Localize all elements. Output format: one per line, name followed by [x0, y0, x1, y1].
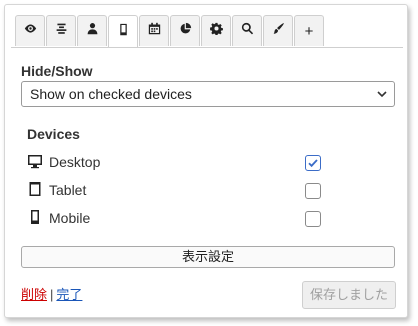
settings-panel: + Hide/Show Show on checked devices Devi… [4, 4, 408, 318]
user-icon [86, 22, 99, 40]
tab-add[interactable]: + [294, 15, 324, 46]
display-settings-button[interactable]: 表示設定 [21, 246, 395, 268]
brush-icon [272, 22, 285, 40]
tablet-icon [29, 182, 41, 196]
mobile-icon [31, 210, 39, 224]
tab-search[interactable] [232, 15, 262, 46]
eye-icon [24, 22, 37, 40]
done-link[interactable]: 完了 [56, 287, 82, 302]
tab-calendar[interactable] [139, 15, 169, 46]
device-row-desktop: Desktop [27, 151, 327, 173]
gear-icon [209, 22, 223, 40]
tab-visibility[interactable] [15, 15, 45, 46]
device-row-tablet: Tablet [27, 179, 327, 201]
device-label-mobile: Mobile [49, 210, 91, 226]
calendar-icon [148, 22, 161, 40]
tab-alignment[interactable] [46, 15, 76, 46]
device-row-mobile: Mobile [27, 207, 327, 229]
desktop-icon [28, 155, 42, 169]
chevron-down-icon [377, 91, 387, 98]
checkmark-icon [308, 159, 318, 168]
tab-style[interactable] [263, 15, 293, 46]
desktop-checkbox[interactable] [305, 155, 321, 171]
link-separator: | [50, 287, 54, 302]
device-label-desktop: Desktop [49, 154, 101, 170]
devices-title: Devices [27, 126, 80, 142]
tab-chart[interactable] [170, 15, 200, 46]
align-center-icon [55, 22, 68, 40]
tab-settings[interactable] [201, 15, 231, 46]
mobile-device-icon [117, 23, 130, 41]
saved-button: 保存しました [302, 281, 396, 309]
footer-links: 削除 | 完了 [21, 284, 82, 303]
pie-chart-icon [179, 22, 192, 40]
tab-user[interactable] [77, 15, 107, 46]
tablet-checkbox[interactable] [305, 183, 321, 199]
visibility-select-value: Show on checked devices [30, 86, 192, 102]
visibility-select[interactable]: Show on checked devices [21, 81, 395, 107]
delete-link[interactable]: 削除 [21, 287, 47, 302]
tab-bar: + [11, 15, 403, 48]
mobile-checkbox[interactable] [305, 211, 321, 227]
hide-show-label: Hide/Show [21, 63, 93, 79]
device-label-tablet: Tablet [49, 182, 87, 198]
search-icon [241, 22, 254, 40]
plus-icon: + [304, 22, 314, 40]
tab-devices[interactable] [108, 15, 138, 47]
